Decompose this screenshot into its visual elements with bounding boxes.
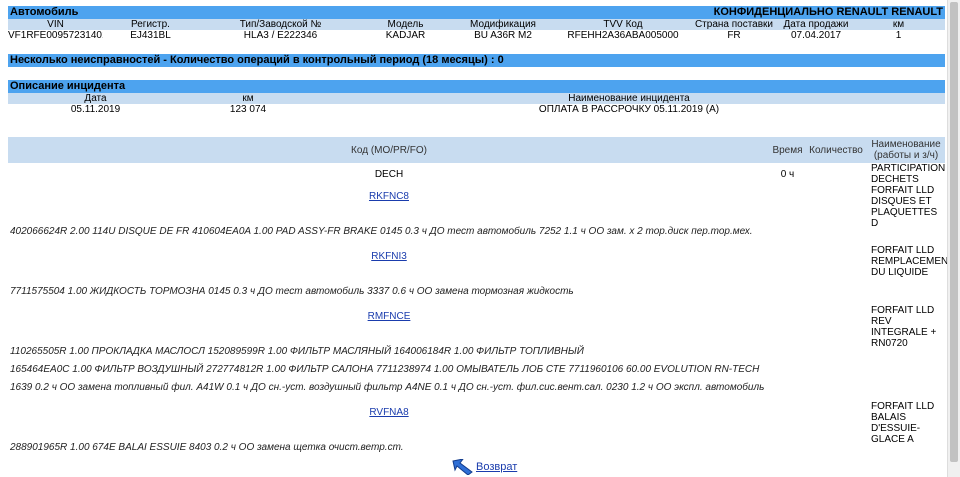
operation-detail-row: 110265505R 1.00 ПРОКЛАДКА МАСЛОСЛ 152089… <box>8 341 945 401</box>
operations-table: Код (MO/PR/FO) Время Количество Наименов… <box>8 137 954 461</box>
vehicle-section-title: Автомобиль <box>10 6 79 18</box>
operation-code: DECH <box>374 169 404 180</box>
header-code: Код (MO/PR/FO) <box>8 137 770 163</box>
operation-row: RVFNA8 FORFAIT LLD BALAIS D'ESSUIE-GLACE … <box>8 401 945 445</box>
vehicle-values: VF1RFE00957231401 EJ431BL HLA3 / E222346… <box>8 30 945 42</box>
header-time: Время <box>770 137 805 163</box>
val-reg: EJ431BL <box>130 30 171 41</box>
operation-time <box>770 401 805 437</box>
operation-code-link[interactable]: RKFNC8 <box>369 191 409 202</box>
incident-values: 05.11.2019 123 074 ОПЛАТА В РАССРОЧКУ 05… <box>8 104 945 116</box>
operation-time <box>770 185 805 221</box>
val-modification: BU A36R M2 <box>474 30 532 41</box>
col-type: Тип/Заводской № <box>239 19 322 30</box>
incident-section-header: Описание инцидента <box>8 80 945 93</box>
operation-qty <box>805 185 867 221</box>
operation-detail-line: 402066624R 2.00 114U DISQUE DE FR 410604… <box>10 226 753 237</box>
operation-detail-line: 7711575504 1.00 ЖИДКОСТЬ ТОРМОЗНА 0145 0… <box>10 286 574 297</box>
operation-detail-line: 1639 0.2 ч ОО замена топливный фил. A41W… <box>10 382 765 393</box>
operation-name: FORFAIT LLD REV INTEGRALE + RN0720 <box>871 305 937 349</box>
page-content: Автомобиль КОНФИДЕНЦИАЛЬНО RENAULT RENAU… <box>8 6 954 461</box>
operation-row: RKFNI3 FORFAIT LLD REMPLACEMENT DU LIQUID… <box>8 245 954 281</box>
back-link[interactable]: Возврат <box>476 461 517 473</box>
operation-row: DECH 0 ч PARTICIPATION DECHETS <box>8 163 945 185</box>
col-reg: Регистр. <box>131 19 170 30</box>
operation-qty <box>805 401 867 437</box>
val-tvv: RFEHH2A36ABA005000 <box>567 30 679 41</box>
operation-details: 402066624R 2.00 114U DISQUE DE FR 410604… <box>8 221 867 245</box>
operation-code-link[interactable]: RKFNI3 <box>371 251 407 262</box>
col-modification: Модификация <box>470 19 536 30</box>
val-type: HLA3 / E222346 <box>243 30 318 41</box>
val-incident-km: 123 074 <box>229 104 267 115</box>
header-name: Наименование (работы и з/ч) <box>867 137 945 163</box>
operation-name: PARTICIPATION DECHETS <box>871 163 946 185</box>
col-vin: VIN <box>47 19 64 30</box>
scrollbar-thumb[interactable] <box>950 2 958 462</box>
operations-header-row: Код (MO/PR/FO) Время Количество Наименов… <box>8 137 945 163</box>
operation-code-cell: DECH <box>8 163 770 185</box>
back-arrow-icon <box>452 459 473 475</box>
operation-detail-row: 7711575504 1.00 ЖИДКОСТЬ ТОРМОЗНА 0145 0… <box>8 281 945 305</box>
val-incident-name: ОПЛАТА В РАССРОЧКУ 05.11.2019 (A) <box>538 104 720 115</box>
operation-time <box>770 305 805 341</box>
val-date: 05.11.2019 <box>70 104 121 115</box>
operation-detail-line: 165464EA0C 1.00 ФИЛЬТР ВОЗДУШНЫЙ 2727748… <box>10 364 760 375</box>
operation-detail-row: 288901965R 1.00 674E BALAI ESSUIE 8403 0… <box>8 437 945 461</box>
incident-columns: Дата км Наименование инцидента <box>8 93 945 104</box>
operation-code-link[interactable]: RMFNCE <box>368 311 411 322</box>
operation-name: FORFAIT LLD DISQUES ET PLAQUETTES D <box>871 185 938 229</box>
operation-detail-row: 402066624R 2.00 114U DISQUE DE FR 410604… <box>8 221 945 245</box>
operation-qty <box>805 245 867 281</box>
col-country: Страна поставки <box>694 19 774 30</box>
col-tvv: TVV Код <box>603 19 643 30</box>
val-sale-date: 07.04.2017 <box>790 30 842 41</box>
faults-header: Несколько неисправностей - Количество оп… <box>8 54 945 67</box>
operation-time: 0 ч <box>780 169 795 180</box>
operation-code-cell: RKFNC8 <box>8 185 770 221</box>
col-incident-km: км <box>242 93 254 104</box>
confidential-label: КОНФИДЕНЦИАЛЬНО RENAULT RENAULT <box>713 6 943 18</box>
operation-row: RKFNC8 FORFAIT LLD DISQUES ET PLAQUETTES … <box>8 185 945 229</box>
operation-details: 288901965R 1.00 674E BALAI ESSUIE 8403 0… <box>8 437 867 461</box>
operation-qty <box>805 305 867 341</box>
operation-details: 110265505R 1.00 ПРОКЛАДКА МАСЛОСЛ 152089… <box>8 341 867 401</box>
operation-code-cell: RKFNI3 <box>8 245 770 281</box>
operation-code-link[interactable]: RVFNA8 <box>369 407 408 418</box>
vehicle-columns: VIN Регистр. Тип/Заводской № Модель Моди… <box>8 19 945 30</box>
val-vin: VF1RFE00957231401 <box>8 30 103 41</box>
operation-row: RMFNCE FORFAIT LLD REV INTEGRALE + RN0720 <box>8 305 945 349</box>
incident-section-title: Описание инцидента <box>10 80 126 92</box>
operation-details: 7711575504 1.00 ЖИДКОСТЬ ТОРМОЗНА 0145 0… <box>8 281 867 305</box>
operation-qty <box>805 163 867 185</box>
vehicle-section-header: Автомобиль КОНФИДЕНЦИАЛЬНО RENAULT RENAU… <box>8 6 945 19</box>
operation-name: FORFAIT LLD REMPLACEMENT DU LIQUIDE <box>871 245 955 278</box>
col-model: Модель <box>387 19 424 30</box>
operation-detail-line: 288901965R 1.00 674E BALAI ESSUIE 8403 0… <box>10 442 404 453</box>
operation-time <box>770 245 805 281</box>
vertical-scrollbar[interactable] <box>947 0 960 477</box>
col-km: км <box>892 19 905 30</box>
col-date: Дата <box>84 93 107 104</box>
operation-code-cell: RMFNCE <box>8 305 770 341</box>
operation-code-cell: RVFNA8 <box>8 401 770 437</box>
operation-detail-line: 110265505R 1.00 ПРОКЛАДКА МАСЛОСЛ 152089… <box>10 346 584 357</box>
col-incident-name: Наименование инцидента <box>568 93 690 104</box>
back-link-area[interactable]: Возврат <box>452 459 517 475</box>
val-country: FR <box>727 30 741 41</box>
operation-name: FORFAIT LLD BALAIS D'ESSUIE-GLACE A <box>871 401 935 445</box>
operations-body: DECH 0 ч PARTICIPATION DECHETS RKFNC8 FORFAI… <box>8 163 954 461</box>
val-model: KADJAR <box>385 30 426 41</box>
header-qty: Количество <box>805 137 867 163</box>
val-km: 1 <box>895 30 902 41</box>
col-sale-date: Дата продажи <box>783 19 849 30</box>
